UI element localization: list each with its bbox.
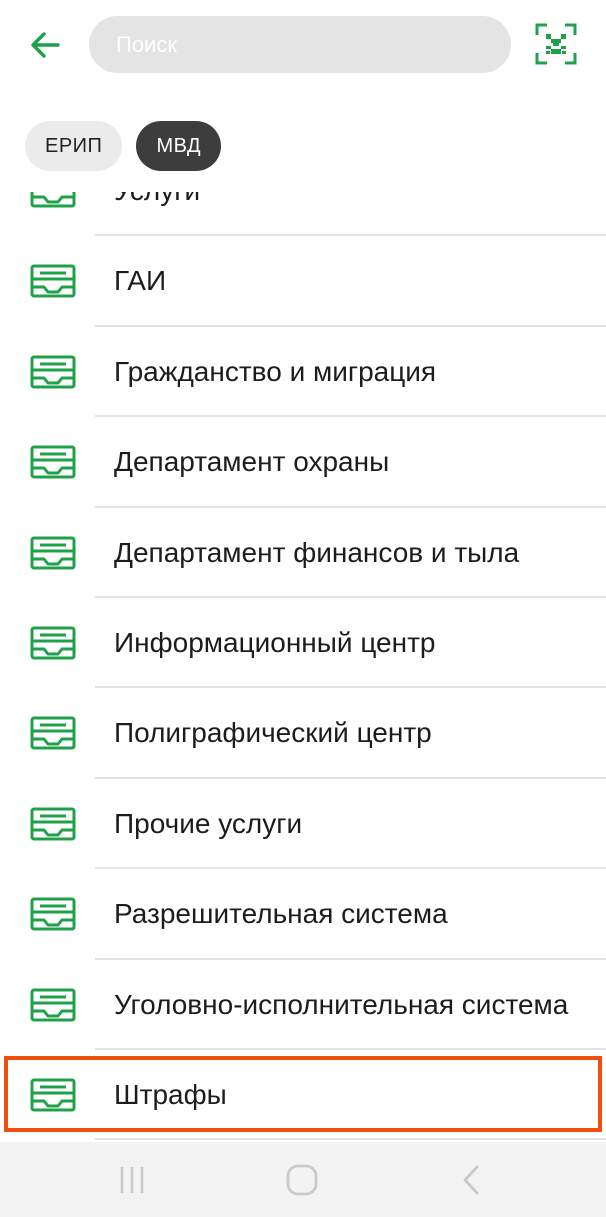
receipt-tray-icon bbox=[30, 536, 76, 570]
list-item-label: Штрафы bbox=[114, 1078, 227, 1110]
receipt-tray-icon bbox=[30, 626, 76, 660]
list-item[interactable]: Разрешительная система bbox=[0, 869, 606, 960]
divider bbox=[95, 1138, 606, 1141]
service-list[interactable]: Услуги ГАИ Гражданство и миграция Департ… bbox=[0, 192, 606, 1142]
qr-scan-icon bbox=[535, 23, 577, 65]
arrow-left-icon bbox=[31, 32, 60, 58]
filter-chips: ЕРИП МВД bbox=[25, 121, 222, 171]
chip-mvd[interactable]: МВД bbox=[136, 121, 222, 171]
search-bar[interactable] bbox=[89, 16, 511, 73]
receipt-tray-icon bbox=[30, 716, 76, 750]
chip-erip[interactable]: ЕРИП bbox=[25, 121, 123, 171]
list-item[interactable]: Департамент финансов и тыла bbox=[0, 508, 606, 598]
receipt-tray-icon bbox=[30, 897, 76, 931]
list-item-label: Уголовно-исполнительная система bbox=[114, 988, 569, 1020]
receipt-tray-icon bbox=[30, 355, 76, 389]
receipt-tray-icon bbox=[30, 445, 76, 479]
qr-scan-button[interactable] bbox=[532, 20, 580, 68]
receipt-tray-icon bbox=[30, 988, 76, 1022]
receipt-tray-icon bbox=[30, 264, 76, 298]
service-list-content: Услуги ГАИ Гражданство и миграция Департ… bbox=[0, 192, 606, 1141]
list-item-label: Разрешительная система bbox=[114, 898, 448, 930]
list-item[interactable]: ГАИ bbox=[0, 236, 606, 327]
list-item[interactable]: Прочие услуги bbox=[0, 779, 606, 870]
list-item-label: Департамент охраны bbox=[114, 446, 390, 478]
list-item-label: ГАИ bbox=[114, 265, 167, 297]
home-icon bbox=[286, 1164, 318, 1196]
recent-apps-button[interactable] bbox=[112, 1160, 152, 1200]
receipt-tray-icon bbox=[30, 192, 76, 208]
nav-back-button[interactable] bbox=[452, 1160, 492, 1200]
recent-apps-icon bbox=[120, 1167, 144, 1193]
home-button[interactable] bbox=[282, 1160, 322, 1200]
list-item[interactable]: Уголовно-исполнительная система bbox=[0, 960, 606, 1050]
list-item-label: Гражданство и миграция bbox=[114, 355, 437, 387]
list-item[interactable]: Услуги bbox=[0, 192, 606, 237]
list-item[interactable]: Информационный центр bbox=[0, 598, 606, 689]
list-item[interactable]: Гражданство и миграция bbox=[0, 327, 606, 418]
list-item-label: Услуги bbox=[114, 192, 574, 236]
receipt-tray-icon bbox=[30, 807, 76, 841]
list-item[interactable]: Департамент охраны bbox=[0, 417, 606, 508]
back-button[interactable] bbox=[22, 22, 68, 68]
system-nav-bar bbox=[0, 1142, 606, 1217]
search-input[interactable] bbox=[89, 16, 511, 73]
list-item-label: Департамент финансов и тыла bbox=[114, 536, 520, 568]
nav-back-icon bbox=[463, 1165, 479, 1195]
list-item-label: Полиграфический центр bbox=[114, 717, 432, 749]
list-item-label: Прочие услуги bbox=[114, 807, 303, 839]
top-bar bbox=[0, 0, 606, 92]
list-item-label: Информационный центр bbox=[114, 626, 436, 658]
receipt-tray-icon bbox=[30, 1078, 76, 1112]
list-item[interactable]: Полиграфический центр bbox=[0, 688, 606, 779]
list-item-fines[interactable]: Штрафы bbox=[0, 1050, 606, 1141]
